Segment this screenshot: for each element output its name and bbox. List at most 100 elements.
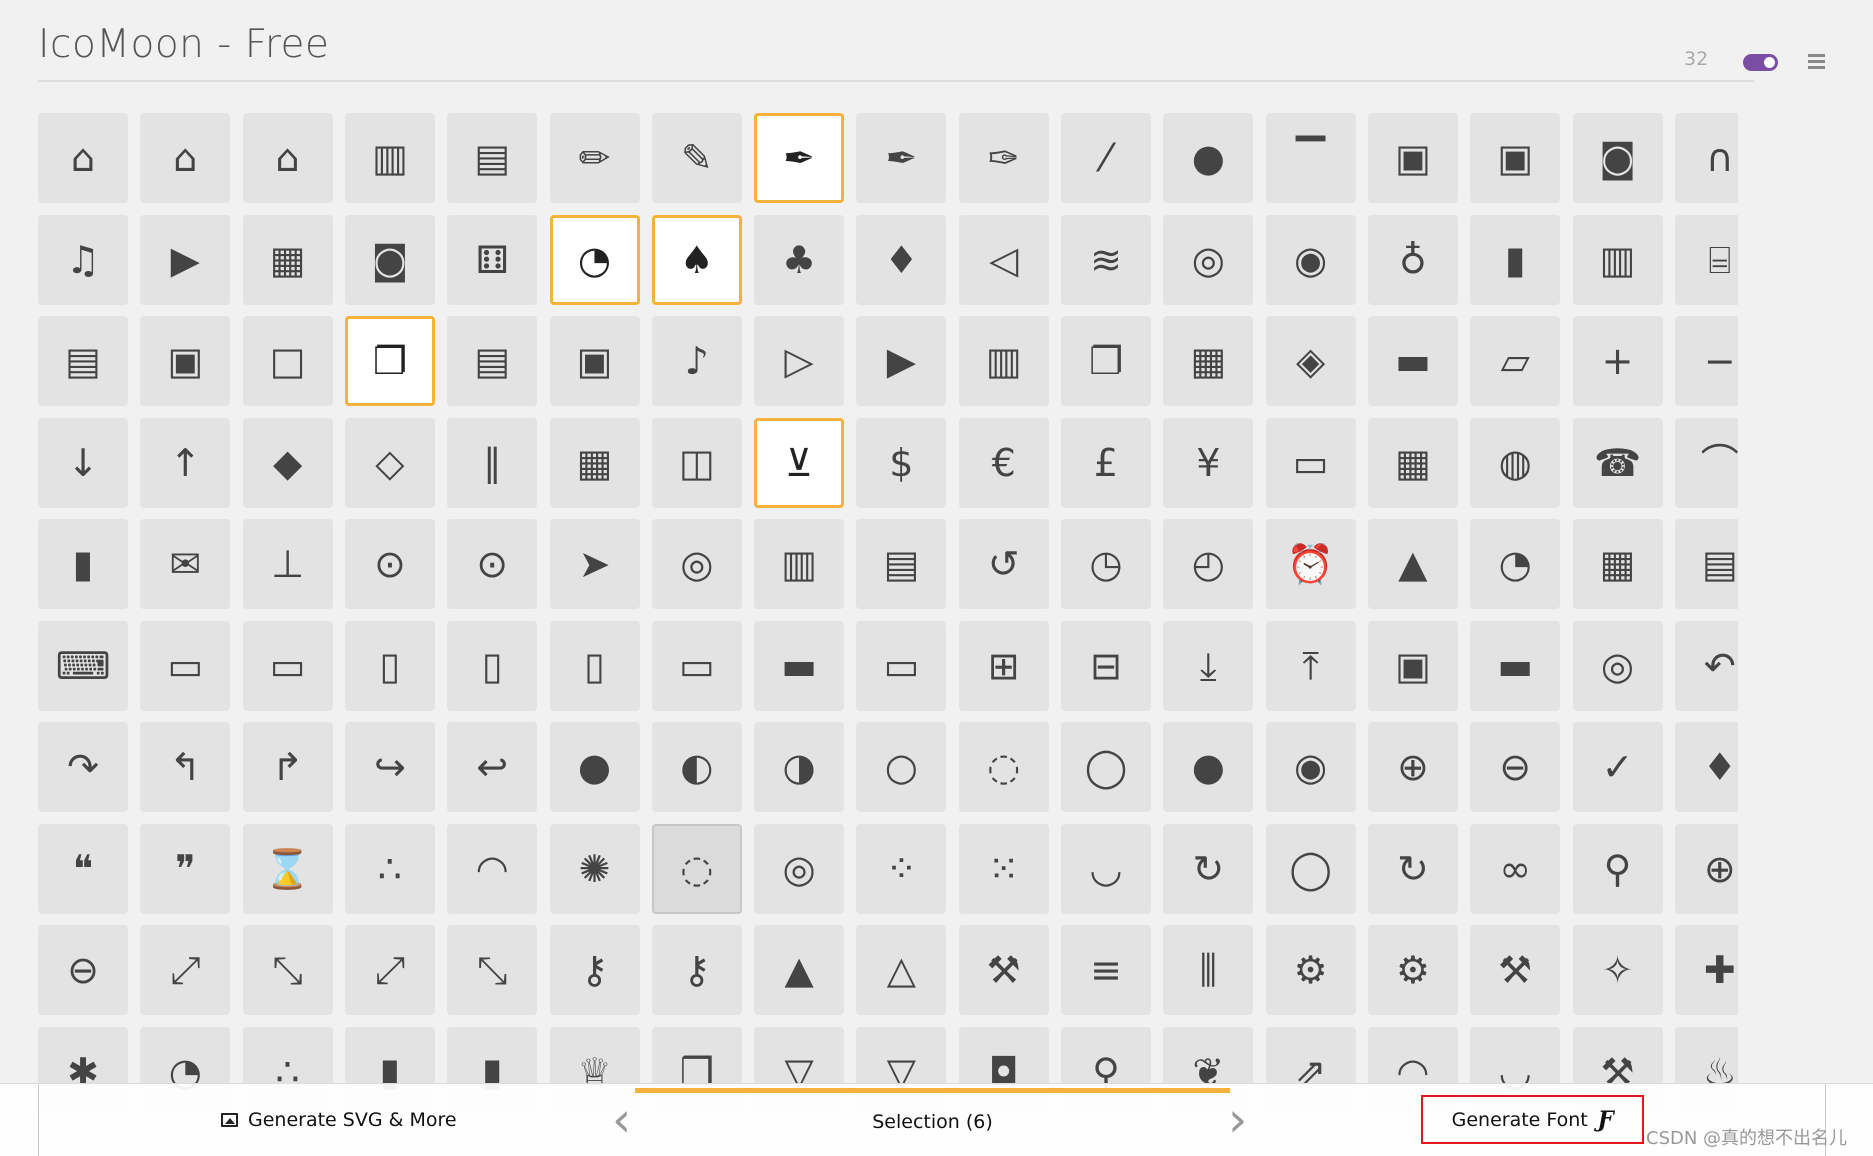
- icon-tile-user[interactable]: ●: [1163, 722, 1254, 812]
- icon-tile-spinner[interactable]: ∴: [344, 823, 435, 914]
- icon-tile-eyedropper[interactable]: ⁄: [1061, 113, 1151, 203]
- icon-tile-droplet[interactable]: ●: [1163, 113, 1254, 203]
- icon-tile-lifebuoy[interactable]: ◍: [1470, 417, 1561, 508]
- icon-tile-redo[interactable]: ↷: [38, 722, 128, 812]
- icon-tile-magic-wand[interactable]: ✧: [1572, 925, 1663, 1015]
- icon-tile-download[interactable]: ⤓: [1163, 620, 1254, 711]
- icon-tile-pushpin[interactable]: ⊥: [242, 519, 333, 609]
- icon-tile-spinner3[interactable]: ✺: [549, 823, 640, 914]
- icon-tile-bubbles4[interactable]: ◯: [1061, 722, 1151, 812]
- icon-tile-spinner6[interactable]: ⁘: [856, 823, 947, 914]
- icon-tile-box-add[interactable]: ⊞: [958, 620, 1049, 711]
- icon-tile-phone-hang-up[interactable]: ⌒: [1674, 417, 1738, 508]
- icon-tile-undo2[interactable]: ↰: [140, 722, 231, 812]
- icon-tile-home2[interactable]: ⌂: [140, 113, 231, 203]
- icon-tile-mic[interactable]: ♁: [1367, 214, 1458, 305]
- icon-tile-files-empty[interactable]: ❐: [344, 316, 435, 406]
- icon-tile-home3[interactable]: ⌂: [242, 113, 333, 203]
- icon-tile-shrink[interactable]: ⤡: [242, 925, 333, 1015]
- icon-tile-film[interactable]: ▦: [242, 214, 333, 305]
- icon-tile-file-picture[interactable]: ▣: [549, 316, 640, 406]
- icon-tile-quotes-right[interactable]: ❞: [140, 823, 231, 914]
- selection-tab[interactable]: Selection (6): [635, 1088, 1230, 1156]
- icon-tile-folder-minus[interactable]: −: [1674, 316, 1738, 406]
- icon-tile-laptop[interactable]: ▭: [242, 620, 333, 711]
- chevron-right-icon[interactable]: ›: [1228, 1094, 1247, 1146]
- icon-tile-pen[interactable]: ✒: [856, 113, 947, 203]
- icon-tile-blog[interactable]: ✑: [958, 113, 1049, 203]
- icon-tile-folder[interactable]: ▬: [1367, 316, 1458, 406]
- icon-tile-coin-euro[interactable]: €: [958, 417, 1049, 508]
- icon-tile-user-check[interactable]: ✓: [1572, 722, 1663, 812]
- icon-tile-enlarge[interactable]: ⤢: [140, 925, 231, 1015]
- icon-tile-user-plus[interactable]: ⊕: [1367, 722, 1458, 812]
- icon-tile-file-zip[interactable]: ▥: [958, 316, 1049, 406]
- icon-tile-users[interactable]: ◉: [1265, 722, 1356, 812]
- icon-tile-reply[interactable]: ↩: [447, 722, 538, 812]
- icon-tile-map2[interactable]: ▤: [856, 519, 947, 609]
- icon-tile-address-book[interactable]: ▮: [38, 519, 128, 609]
- icon-tile-pacman[interactable]: ◔: [549, 214, 640, 305]
- icon-tile-coin-yen[interactable]: ¥: [1163, 417, 1254, 508]
- icon-tile-location[interactable]: ⊙: [344, 519, 435, 609]
- icon-tile-unlocked[interactable]: △: [856, 925, 947, 1015]
- icon-size-value[interactable]: 32: [1684, 48, 1708, 70]
- icon-tile-equalizer[interactable]: ≡: [1061, 925, 1151, 1015]
- icon-tile-camera[interactable]: ◙: [1572, 113, 1663, 203]
- icon-tile-spinner7[interactable]: ⁙: [958, 823, 1049, 914]
- icon-tile-mobile2[interactable]: ▯: [447, 620, 538, 711]
- icon-tile-hammer[interactable]: ⚒: [1470, 925, 1561, 1015]
- icon-tile-podcast[interactable]: ◎: [1163, 214, 1254, 305]
- icon-tile-stack[interactable]: ◈: [1265, 316, 1356, 406]
- icon-tile-bubble2[interactable]: ○: [856, 722, 947, 812]
- icon-tile-lock[interactable]: ▲: [754, 925, 845, 1015]
- icon-tile-play[interactable]: ▶: [140, 214, 231, 305]
- icon-tile-zoom-out[interactable]: ⊖: [38, 925, 128, 1015]
- icon-tile-spinner10[interactable]: ◯: [1265, 823, 1356, 914]
- icon-tile-dice[interactable]: ⚅: [447, 214, 538, 305]
- chevron-left-icon[interactable]: ‹: [612, 1094, 631, 1146]
- icon-tile-folder-upload[interactable]: ↑: [140, 417, 231, 508]
- icon-tile-library[interactable]: ⌸: [1674, 214, 1738, 305]
- icon-tile-feed[interactable]: ◉: [1265, 214, 1356, 305]
- icon-tile-keyboard[interactable]: ⌨: [38, 620, 128, 711]
- icon-tile-paint-format[interactable]: ▔: [1265, 113, 1356, 203]
- icon-tile-phone[interactable]: ☎: [1572, 417, 1663, 508]
- icon-tile-office[interactable]: ▥: [344, 113, 435, 203]
- icon-tile-credit-card[interactable]: ▭: [1265, 417, 1356, 508]
- icon-tile-compass2[interactable]: ◎: [651, 519, 742, 609]
- icon-tile-stopwatch[interactable]: ◔: [1470, 519, 1561, 609]
- icon-tile-spinner5[interactable]: ◎: [754, 823, 845, 914]
- icon-tile-redo2[interactable]: ↱: [242, 722, 333, 812]
- icon-tile-file-music[interactable]: ♪: [651, 316, 742, 406]
- icon-tile-bubble[interactable]: ●: [549, 722, 640, 812]
- icon-tile-image[interactable]: ▣: [1367, 113, 1458, 203]
- icon-tile-pencil2[interactable]: ✎: [651, 113, 742, 203]
- icon-tile-coin-pound[interactable]: £: [1061, 417, 1151, 508]
- icon-tile-aid-kit[interactable]: ✚: [1674, 925, 1738, 1015]
- icon-tile-cogs[interactable]: ⚙: [1367, 925, 1458, 1015]
- icon-tile-cog[interactable]: ⚙: [1265, 925, 1356, 1015]
- icon-tile-price-tag[interactable]: ◆: [242, 417, 333, 508]
- icon-tile-file-text[interactable]: ▤: [38, 316, 128, 406]
- icon-tile-display[interactable]: ▭: [140, 620, 231, 711]
- icon-tile-headphones[interactable]: ∩: [1674, 113, 1738, 203]
- icon-tile-pencil[interactable]: ✏: [549, 113, 640, 203]
- icon-tile-binoculars[interactable]: ∞: [1470, 823, 1561, 914]
- icon-tile-search[interactable]: ⚲: [1572, 823, 1663, 914]
- icon-tile-qrcode[interactable]: ▦: [549, 417, 640, 508]
- icon-tile-quill[interactable]: ✒: [754, 113, 845, 203]
- icon-tile-quotes-left[interactable]: ❝: [38, 823, 128, 914]
- icon-tile-price-tags[interactable]: ◇: [344, 417, 435, 508]
- icon-tile-folder-download[interactable]: ↓: [38, 417, 128, 508]
- icon-tile-shrink2[interactable]: ⤡: [447, 925, 538, 1015]
- generate-svg-button[interactable]: Generate SVG & More: [221, 1104, 457, 1136]
- icon-tile-undo[interactable]: ↶: [1674, 620, 1738, 711]
- icon-tile-box-remove[interactable]: ⊟: [1061, 620, 1151, 711]
- icon-tile-user-tie[interactable]: ♦: [1674, 722, 1738, 812]
- generate-font-button[interactable]: Generate Font Ƒ: [1421, 1095, 1644, 1144]
- icon-tile-mobile[interactable]: ▯: [344, 620, 435, 711]
- icon-tile-database[interactable]: ◎: [1572, 620, 1663, 711]
- icon-tile-cart[interactable]: ⊻: [754, 417, 845, 508]
- icon-tile-history[interactable]: ↺: [958, 519, 1049, 609]
